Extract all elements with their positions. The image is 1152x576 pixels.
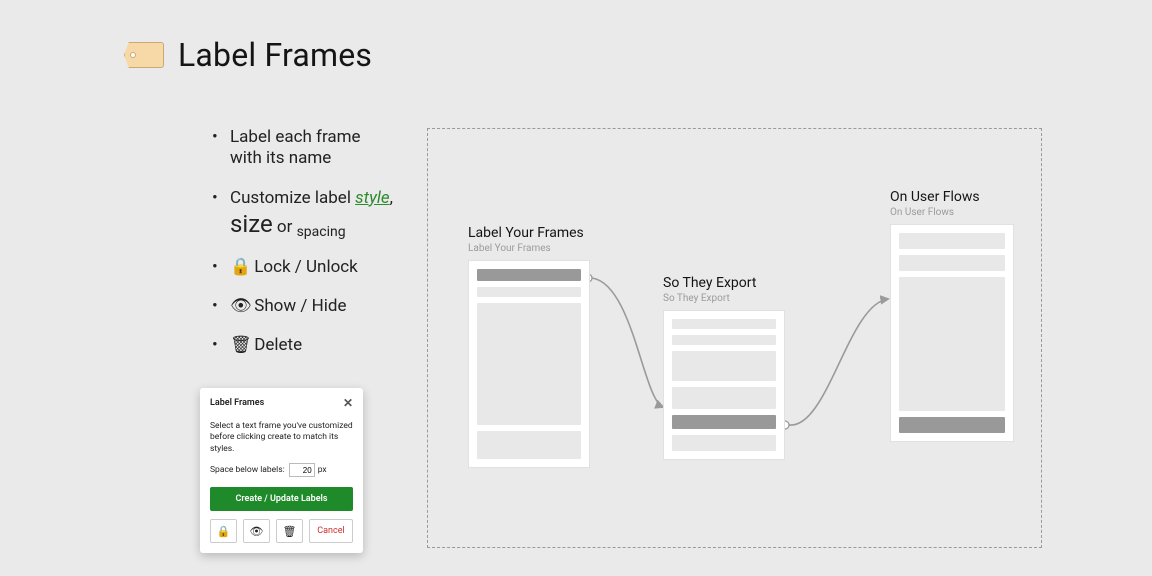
delete-button[interactable]: 🗑	[276, 519, 303, 543]
page-title-row: Label Frames	[124, 36, 372, 74]
frame-subtitle: Label Your Frames	[468, 243, 590, 254]
eye-icon: 👁	[230, 296, 250, 317]
frame-box[interactable]	[663, 310, 785, 460]
cancel-button[interactable]: Cancel	[309, 519, 353, 543]
frame-title: So They Export	[663, 275, 785, 291]
dialog-header: Label Frames ✕	[210, 397, 353, 409]
list-item: 🔒 Lock / Unlock	[212, 257, 422, 278]
lock-button[interactable]: 🔒	[210, 519, 237, 543]
space-below-row: Space below labels: px	[210, 463, 353, 477]
list-item-line: with its name	[230, 148, 331, 168]
size-word: size	[230, 210, 273, 238]
dialog-action-row: 🔒 👁 🗑 Cancel	[210, 519, 353, 543]
list-item: 👁 Show / Hide	[212, 296, 422, 317]
create-update-button[interactable]: Create / Update Labels	[210, 487, 353, 511]
list-item-text: Show / Hide	[254, 296, 346, 316]
space-below-unit: px	[318, 465, 327, 475]
canvas-area: Label Your Frames Label Your Frames So T…	[427, 128, 1042, 548]
label-frames-dialog: Label Frames ✕ Select a text frame you'v…	[200, 388, 363, 553]
list-item-text: Delete	[254, 335, 302, 355]
space-below-label: Space below labels:	[210, 465, 285, 475]
trash-icon: 🗑	[283, 525, 297, 538]
trash-icon: 🗑	[230, 335, 250, 356]
list-item-text: or	[273, 217, 297, 237]
lock-icon: 🔒	[230, 257, 250, 278]
frame-group-2: So They Export So They Export	[663, 275, 785, 460]
visibility-button[interactable]: 👁	[243, 519, 270, 543]
list-item: Customize label style, size or spacing	[212, 188, 422, 239]
feature-list: Label each frame with its name Customize…	[172, 127, 422, 375]
frame-subtitle: So They Export	[663, 293, 785, 304]
frame-box[interactable]	[468, 260, 590, 468]
space-below-input[interactable]	[289, 463, 315, 477]
style-word: style	[355, 188, 389, 208]
frame-title: Label Your Frames	[468, 225, 590, 241]
dialog-title: Label Frames	[210, 398, 264, 408]
tag-icon	[124, 42, 164, 68]
list-item-text: Customize label	[230, 188, 355, 208]
page-title: Label Frames	[178, 36, 372, 74]
spacing-word: spacing	[297, 224, 346, 240]
frame-group-1: Label Your Frames Label Your Frames	[468, 225, 590, 468]
list-item-text: ,	[390, 188, 393, 208]
dialog-description: Select a text frame you've customized be…	[210, 421, 353, 455]
list-item: Label each frame with its name	[212, 127, 422, 170]
close-icon[interactable]: ✕	[343, 397, 353, 409]
frame-subtitle: On User Flows	[890, 207, 1014, 218]
list-item: 🗑 Delete	[212, 335, 422, 356]
eye-icon: 👁	[250, 525, 264, 538]
list-item-line: Label each frame	[230, 127, 361, 147]
lock-icon: 🔒	[217, 525, 231, 538]
list-item-text: Lock / Unlock	[254, 257, 358, 277]
frame-title: On User Flows	[890, 189, 1014, 205]
frame-group-3: On User Flows On User Flows	[890, 189, 1014, 442]
frame-box[interactable]	[890, 224, 1014, 442]
